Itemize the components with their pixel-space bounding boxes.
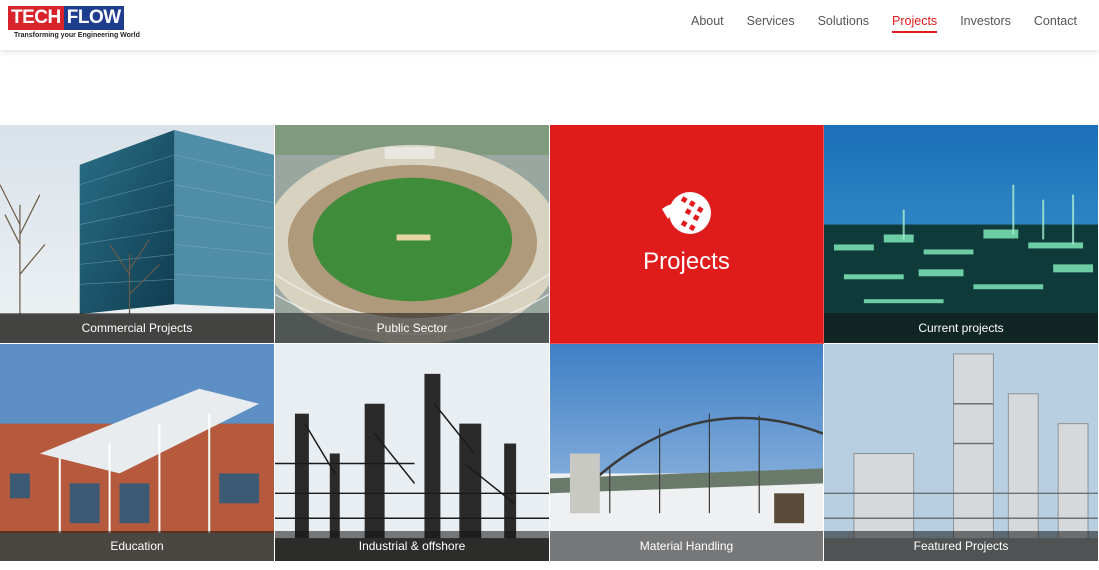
tile-featured-projects[interactable]: Featured Projects bbox=[824, 344, 1099, 562]
techflow-logo[interactable]: TECH FLOW Transforming your Engineering … bbox=[8, 6, 140, 42]
logo-text-flow: FLOW bbox=[63, 6, 124, 30]
tile-public-sector[interactable]: Public Sector bbox=[275, 125, 550, 344]
nav-investors[interactable]: Investors bbox=[960, 14, 1011, 33]
tile-label: Material Handling bbox=[550, 531, 823, 561]
tile-current-projects[interactable]: Current projects bbox=[824, 125, 1099, 344]
tile-label: Public Sector bbox=[275, 313, 549, 343]
office-building-image bbox=[0, 125, 274, 343]
nav-solutions[interactable]: Solutions bbox=[818, 14, 869, 33]
projects-grid: Commercial Projects Public Sector Projec… bbox=[0, 125, 1099, 562]
tile-label: Featured Projects bbox=[824, 531, 1098, 561]
refinery-night-image bbox=[824, 125, 1098, 343]
stadium-image bbox=[275, 125, 549, 343]
nav-about[interactable]: About bbox=[691, 14, 724, 33]
nav-services[interactable]: Services bbox=[747, 14, 795, 33]
nav-contact[interactable]: Contact bbox=[1034, 14, 1077, 33]
tile-label: Current projects bbox=[824, 313, 1098, 343]
tile-industrial-offshore[interactable]: Industrial & offshore bbox=[275, 344, 550, 562]
conveyor-snow-image bbox=[550, 344, 823, 561]
page-title: Projects bbox=[643, 248, 730, 275]
tile-material-handling[interactable]: Material Handling bbox=[550, 344, 824, 562]
school-building-image bbox=[0, 344, 274, 561]
tile-commercial-projects[interactable]: Commercial Projects bbox=[0, 125, 275, 344]
site-header: TECH FLOW Transforming your Engineering … bbox=[0, 0, 1099, 50]
nav-projects[interactable]: Projects bbox=[892, 14, 938, 33]
tile-education[interactable]: Education bbox=[0, 344, 275, 562]
main-nav: About Services Solutions Projects Invest… bbox=[691, 14, 1077, 33]
industrial-plant-image bbox=[275, 344, 549, 561]
tile-label: Industrial & offshore bbox=[275, 531, 549, 561]
logo-tagline: Transforming your Engineering World bbox=[14, 32, 140, 39]
logo-text-tech: TECH bbox=[8, 6, 64, 30]
projects-hero-tile: Projects bbox=[550, 125, 824, 344]
tile-label: Commercial Projects bbox=[0, 313, 274, 343]
globe-icon bbox=[661, 192, 711, 234]
chemical-plant-image bbox=[824, 344, 1098, 561]
tile-label: Education bbox=[0, 531, 274, 561]
